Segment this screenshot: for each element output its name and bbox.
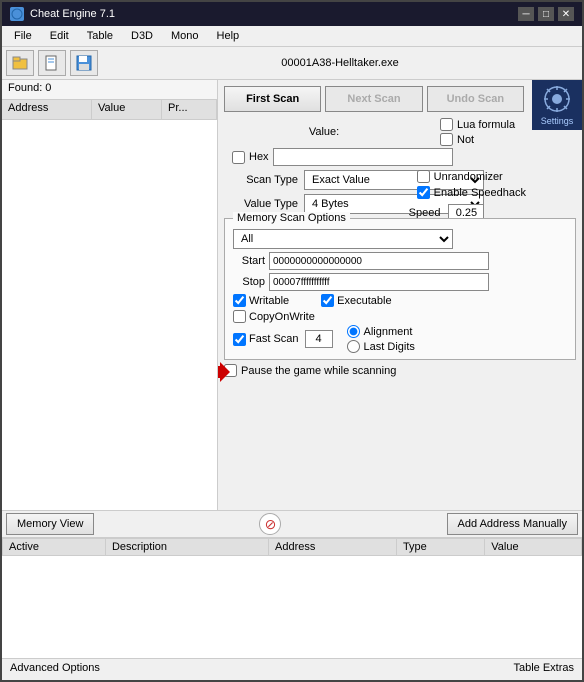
unrandomizer-checkbox[interactable] (417, 170, 430, 183)
menu-edit[interactable]: Edit (42, 28, 77, 44)
menu-d3d[interactable]: D3D (123, 28, 161, 44)
col-description: Description (105, 539, 268, 556)
not-checkbox[interactable] (440, 133, 453, 146)
menu-help[interactable]: Help (209, 28, 248, 44)
alignment-radio[interactable]: Alignment (347, 325, 415, 338)
speedhack-check[interactable]: Enable Speedhack (417, 186, 526, 199)
close-button[interactable]: ✕ (558, 7, 574, 21)
memory-region-select[interactable]: All (233, 229, 453, 249)
col-active: Active (3, 539, 106, 556)
fast-scan-check[interactable]: Fast Scan (233, 333, 299, 346)
menu-table[interactable]: Table (79, 28, 121, 44)
pause-check[interactable]: Pause the game while scanning (224, 364, 396, 377)
executable-checkbox[interactable] (321, 294, 334, 307)
executable-check[interactable]: Executable (321, 294, 391, 307)
memory-view-button[interactable]: Memory View (6, 513, 94, 535)
found-count: Found: 0 (2, 80, 217, 100)
menu-bar: File Edit Table D3D Mono Help (2, 26, 582, 47)
speedhack-checkbox[interactable] (417, 186, 430, 199)
alignment-radio-input[interactable] (347, 325, 360, 338)
undo-scan-button[interactable]: Undo Scan (427, 86, 524, 112)
scan-type-label: Scan Type (224, 174, 304, 186)
fast-scan-checkbox[interactable] (233, 333, 246, 346)
open-button[interactable] (6, 50, 34, 76)
app-icon (10, 7, 24, 21)
settings-label: Settings (541, 116, 574, 126)
title-bar: Cheat Engine 7.1 ─ □ ✕ (2, 2, 582, 26)
lua-formula-check[interactable]: Lua formula (440, 118, 515, 131)
next-scan-button[interactable]: Next Scan (325, 86, 422, 112)
start-label: Start (233, 255, 269, 267)
maximize-button[interactable]: □ (538, 7, 554, 21)
value-label: Value: (309, 126, 339, 138)
stop-button[interactable]: ⊘ (259, 513, 281, 535)
last-digits-radio[interactable]: Last Digits (347, 340, 415, 353)
status-bar: Advanced Options Table Extras (2, 658, 582, 680)
toolbar: 00001A38-Helltaker.exe (2, 47, 582, 80)
status-left[interactable]: Advanced Options (10, 662, 100, 677)
process-title: 00001A38-Helltaker.exe (102, 57, 578, 69)
save-button[interactable] (70, 50, 98, 76)
list-header: Address Value Pr... (2, 100, 217, 120)
lua-formula-checkbox[interactable] (440, 118, 453, 131)
red-arrow-left (218, 362, 230, 385)
col-type: Type (396, 539, 484, 556)
scan-results-list (2, 120, 217, 510)
minimize-button[interactable]: ─ (518, 7, 534, 21)
copyonwrite-checkbox[interactable] (233, 310, 246, 323)
memory-scan-title: Memory Scan Options (233, 212, 350, 224)
settings-button[interactable]: Settings (532, 80, 582, 130)
window-title: Cheat Engine 7.1 (30, 8, 115, 20)
open2-button[interactable] (38, 50, 66, 76)
stop-label: Stop (233, 276, 269, 288)
col-address: Address (2, 100, 92, 119)
unrandomizer-check[interactable]: Unrandomizer (417, 170, 526, 183)
value-input[interactable] (273, 148, 453, 166)
writable-checkbox[interactable] (233, 294, 246, 307)
status-right[interactable]: Table Extras (513, 662, 574, 677)
col-previous: Pr... (162, 100, 217, 119)
fast-scan-input[interactable] (305, 330, 333, 348)
menu-mono[interactable]: Mono (163, 28, 207, 44)
add-address-button[interactable]: Add Address Manually (447, 513, 578, 535)
hex-check[interactable]: Hex (232, 151, 269, 164)
last-digits-radio-input[interactable] (347, 340, 360, 353)
col-value: Value (92, 100, 162, 119)
memory-view-bar: Memory View ⊘ Add Address Manually (2, 510, 582, 538)
value-type-label: Value Type (224, 198, 304, 210)
col-address: Address (269, 539, 397, 556)
address-table-area: Active Description Address Type Value (2, 538, 582, 658)
menu-file[interactable]: File (6, 28, 40, 44)
copyonwrite-check[interactable]: CopyOnWrite (233, 310, 315, 323)
writable-check[interactable]: Writable (233, 294, 289, 307)
hex-checkbox[interactable] (232, 151, 245, 164)
not-check[interactable]: Not (440, 133, 515, 146)
first-scan-button[interactable]: First Scan (224, 86, 321, 112)
stop-input[interactable] (269, 273, 489, 291)
start-input[interactable] (269, 252, 489, 270)
col-value: Value (485, 539, 582, 556)
